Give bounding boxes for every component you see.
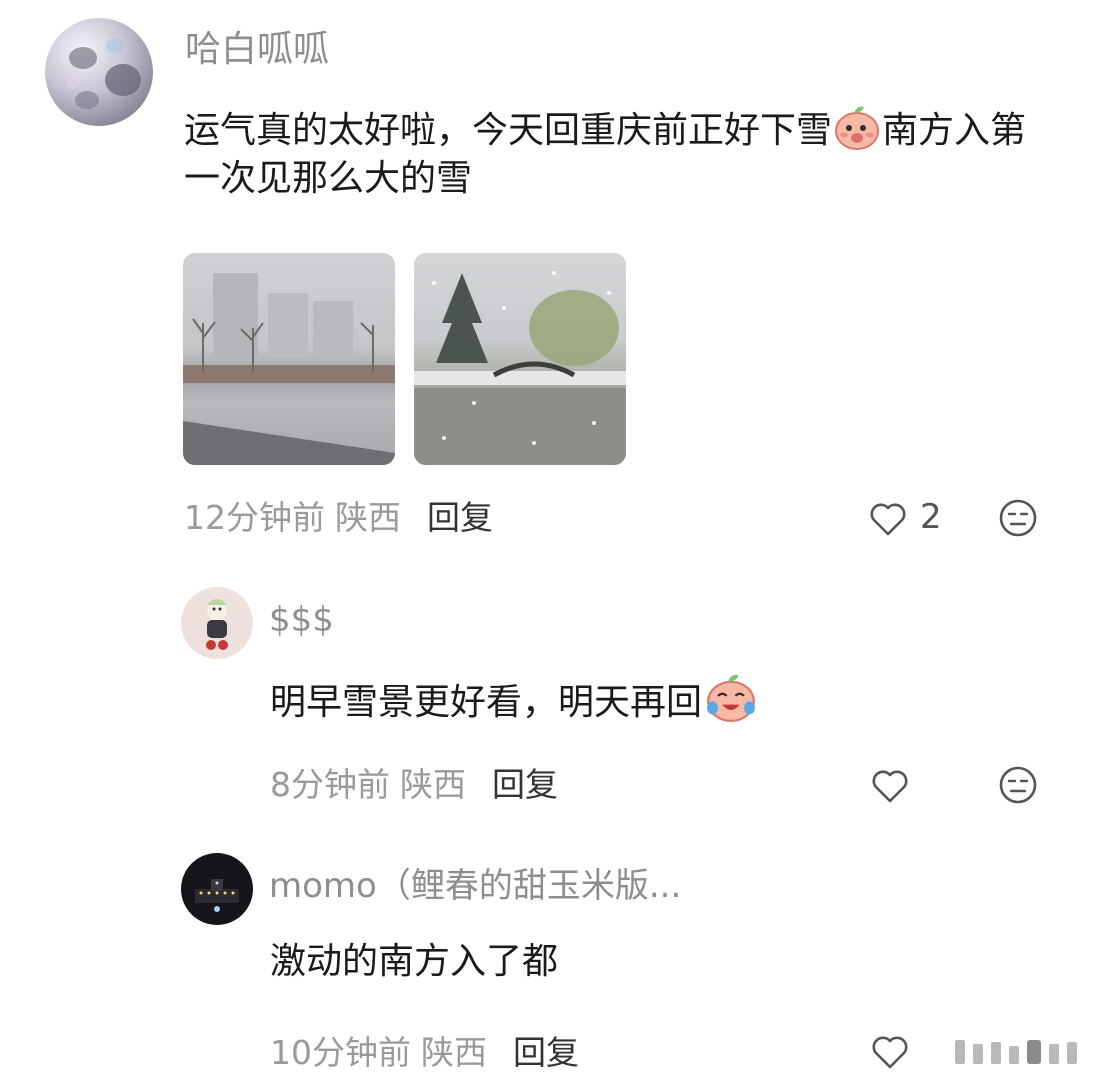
reply-text: 明早雪景更好看，明天再回 [270, 672, 1070, 727]
reply-time: 10分钟前 [270, 1033, 411, 1072]
comment-region: 陕西 [335, 498, 401, 537]
comment-text-part1: 运气真的太好啦，今天回重庆前正好下雪 [184, 110, 833, 151]
neutral-face-icon[interactable] [998, 765, 1038, 805]
snowy-lake-photo[interactable] [414, 253, 626, 465]
plaza-scene [183, 273, 395, 465]
comment-meta: 12分钟前 陕西 回复 [184, 501, 493, 534]
reply-button[interactable]: 回复 [492, 765, 558, 804]
lake-scene [414, 271, 626, 465]
reply-button[interactable]: 回复 [513, 1033, 579, 1072]
reply-meta: 8分钟前 陕西 回复 [270, 768, 558, 801]
reply-region: 陕西 [400, 765, 466, 804]
heart-outline-icon[interactable] [868, 499, 908, 539]
avatar[interactable] [45, 18, 153, 126]
reply-text-content: 明早雪景更好看，明天再回 [270, 682, 703, 723]
peach-crying-laugh-emoji-icon [707, 674, 755, 722]
reply-button[interactable]: 回复 [427, 498, 493, 537]
reply-username[interactable]: $$$ [269, 603, 334, 637]
reply-region: 陕西 [421, 1033, 487, 1072]
toy-doll-icon [206, 599, 228, 650]
heart-outline-icon[interactable] [870, 1032, 910, 1072]
reply-username[interactable]: momo（鲤春的甜玉米版... [269, 869, 681, 903]
heart-outline-icon[interactable] [870, 766, 910, 806]
comment-text: 运气真的太好啦，今天回重庆前正好下雪 南方入第一次见那么大的雪 [184, 104, 1054, 203]
avatar[interactable] [181, 587, 253, 659]
peach-shy-emoji-icon [835, 106, 880, 150]
avatar[interactable] [181, 853, 253, 925]
comment-username[interactable]: 哈白呱呱 [185, 32, 329, 68]
chrome-orb-icon [66, 39, 141, 109]
reply-text: 激动的南方入了都 [270, 938, 1070, 986]
watermark-icon [915, 1032, 1095, 1072]
reply-time: 8分钟前 [270, 765, 390, 804]
comment-time: 12分钟前 [184, 498, 325, 537]
neutral-face-icon[interactable] [998, 498, 1038, 538]
like-count: 2 [920, 497, 942, 537]
snowy-plaza-photo[interactable] [183, 253, 395, 465]
night-building-icon [195, 879, 239, 912]
reply-meta: 10分钟前 陕西 回复 [270, 1036, 579, 1069]
reply-text-content: 激动的南方入了都 [270, 941, 559, 982]
